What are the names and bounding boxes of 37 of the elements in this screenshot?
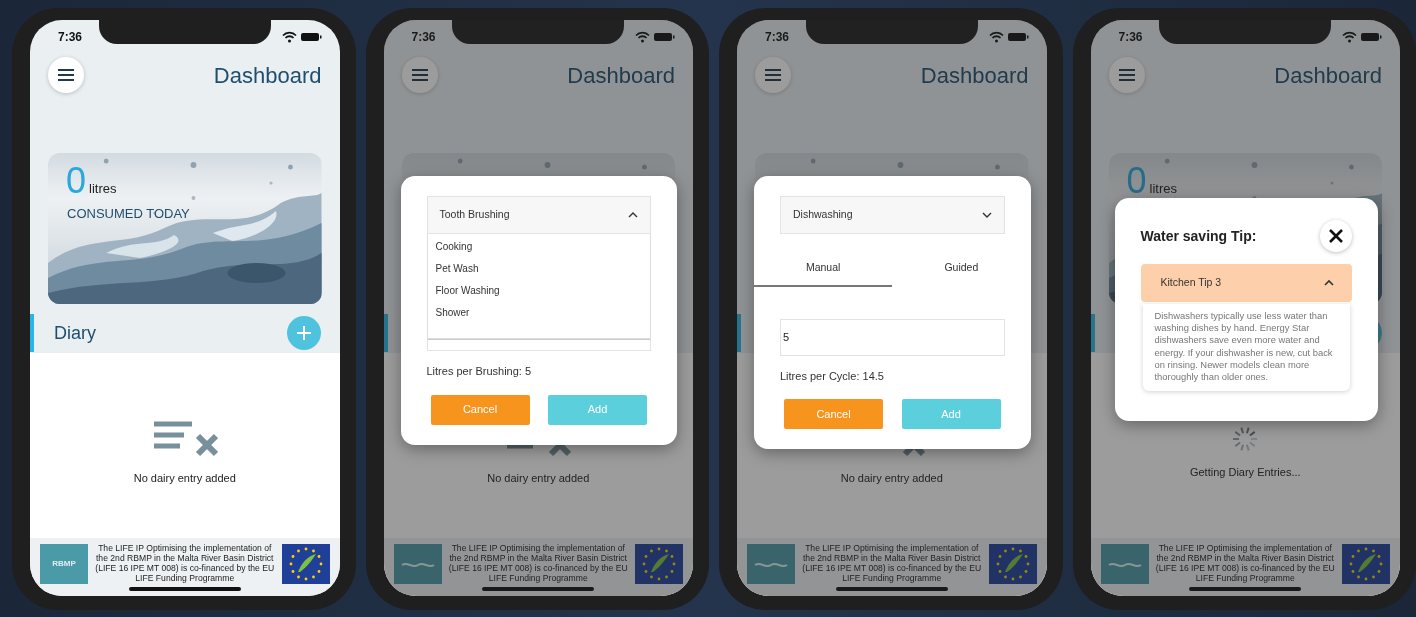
section-title: Diary (54, 321, 96, 345)
status-time: 7:36 (765, 29, 790, 46)
activity-select[interactable]: Dishwashing (780, 196, 1005, 234)
dropdown-option[interactable]: Pet Wash (427, 258, 650, 280)
dropdown-option[interactable]: Shower (427, 302, 650, 324)
activity-select[interactable]: Tooth Brushing (426, 196, 651, 234)
funding-text: The LIFE IP Optimising the implementation of the 2nd RBMP in the Malta River Basin District (LIFE 16 IPE MT 008) is co-financed by the EU LIFE Funding Programme (1154, 544, 1336, 584)
page-title: Dashboard (213, 61, 322, 90)
dropdown-option[interactable]: Cooking (427, 236, 650, 258)
page-title: Dashboard (567, 61, 675, 90)
litres-reading: Litres per Cycle: 14.5 (780, 368, 885, 384)
empty-message: No dairy entry added (133, 471, 236, 487)
empty-message: No dairy entry added (840, 471, 943, 487)
unit-label: litres (89, 180, 117, 198)
page-title: Dashboard (920, 61, 1029, 90)
funding-text: The LIFE IP Optimising the implementation of the 2nd RBMP in the Malta River Basin District (LIFE 16 IPE MT 008) is co-financed by the EU LIFE Funding Programme (94, 544, 276, 584)
status-time: 7:36 (1118, 29, 1143, 46)
litres-reading: Litres per Brushing: 5 (426, 364, 533, 379)
consumption-value: 0 (66, 163, 87, 199)
funding-text: The LIFE IP Optimising the implementation of the 2nd RBMP in the Malta River Basin District (LIFE 16 IPE MT 008) is co-financed by the EU LIFE Funding Programme (447, 544, 629, 584)
status-time: 7:36 (411, 29, 436, 46)
consumption-caption: CONSUMED TODAY (67, 205, 190, 223)
status-time: 7:36 (58, 29, 83, 46)
empty-message: Getting Diary Entries... (1189, 465, 1301, 481)
tab[interactable]: Guided (892, 252, 1031, 287)
dropdown-option[interactable]: Floor Washing (427, 280, 650, 302)
page-title: Dashboard (1274, 61, 1382, 90)
tab[interactable]: Manual (754, 252, 893, 287)
tip-text: Dishwashers typically use less water than washing dishes by hand. Energy Star dishwashers save even more water and energy. If your dishwasher is new, cut back on rinsing. Newer models clean more thoroughly than older ones. (1142, 304, 1350, 392)
unit-label: litres (1149, 180, 1177, 198)
funding-text: The LIFE IP Optimising the implementation of the 2nd RBMP in the Malta River Basin District (LIFE 16 IPE MT 008) is co-financed by the EU LIFE Funding Programme (801, 544, 983, 584)
empty-message: No dairy entry added (487, 471, 590, 487)
input-field[interactable]: 5 (780, 318, 1005, 356)
consumption-value: 0 (1126, 163, 1147, 199)
dialog-title: Water saving Tip: (1140, 226, 1257, 246)
accordion-header[interactable]: Kitchen Tip 3 (1140, 264, 1352, 302)
logo: RBMP (40, 544, 88, 584)
